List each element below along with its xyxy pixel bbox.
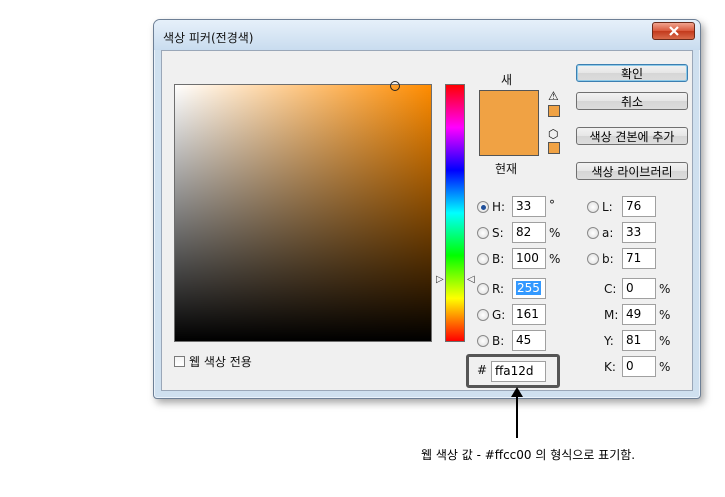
yellow-label: Y: xyxy=(604,334,614,348)
magenta-label: M: xyxy=(604,308,619,322)
checkbox-box[interactable] xyxy=(174,356,185,367)
new-color-label: 새 xyxy=(501,73,513,87)
cyan-unit: % xyxy=(659,282,671,296)
warning-icon[interactable]: ⚠ xyxy=(548,90,559,102)
brightness-unit: % xyxy=(549,252,561,266)
magenta-unit: % xyxy=(659,308,671,322)
hue-input[interactable]: 33 xyxy=(512,196,546,217)
brightness-label: B: xyxy=(492,252,505,266)
close-button[interactable] xyxy=(652,22,695,40)
hue-unit: ° xyxy=(549,198,555,212)
magenta-input[interactable]: 49 xyxy=(622,304,656,325)
red-input[interactable]: 255 xyxy=(512,278,546,299)
blue-label: B: xyxy=(492,334,505,348)
web-safe-swatch[interactable] xyxy=(548,142,560,154)
radio-b-lab[interactable] xyxy=(587,253,599,265)
radio-blue[interactable] xyxy=(477,335,489,347)
saturation-brightness-field[interactable] xyxy=(174,81,432,342)
cube-icon[interactable]: ⬡ xyxy=(548,128,558,140)
current-color-label: 현재 xyxy=(495,162,518,176)
radio-a[interactable] xyxy=(587,227,599,239)
b-lab-label: b: xyxy=(602,252,614,266)
radio-hue[interactable] xyxy=(477,201,489,213)
cancel-button[interactable]: 취소 xyxy=(576,92,688,110)
hue-slider-right-arrow-icon[interactable]: ◁ xyxy=(467,275,475,285)
hex-input[interactable]: ffa12d xyxy=(491,361,546,382)
color-swatch[interactable] xyxy=(479,90,539,156)
web-colors-only-checkbox[interactable]: 웹 색상 전용 xyxy=(174,353,252,370)
color-libraries-button[interactable]: 색상 라이브러리 xyxy=(576,162,688,180)
color-picker-dialog: 색상 피커(전경색) ▷ ◁ 웹 색상 전용 새 현재 ⚠ ⬡ 확인 취소 색상… xyxy=(153,19,701,399)
radio-saturation[interactable] xyxy=(477,227,489,239)
cyan-input[interactable]: 0 xyxy=(622,278,656,299)
blue-input[interactable]: 45 xyxy=(512,330,546,351)
hue-slider-left-arrow-icon[interactable]: ▷ xyxy=(436,275,444,285)
lightness-input[interactable]: 76 xyxy=(622,196,656,217)
brightness-input[interactable]: 100 xyxy=(512,248,546,269)
radio-lightness[interactable] xyxy=(587,201,599,213)
a-input[interactable]: 33 xyxy=(622,222,656,243)
black-unit: % xyxy=(659,360,671,374)
window-title: 색상 피커(전경색) xyxy=(163,31,254,45)
annotation-caption: 웹 색상 값 - #ffcc00 의 형식으로 표기함. xyxy=(421,448,636,462)
a-label: a: xyxy=(602,226,614,240)
hex-highlight-box: # ffa12d xyxy=(466,354,560,388)
red-label: R: xyxy=(492,282,505,296)
radio-brightness[interactable] xyxy=(477,253,489,265)
yellow-input[interactable]: 81 xyxy=(622,330,656,351)
b-lab-input[interactable]: 71 xyxy=(622,248,656,269)
saturation-label: S: xyxy=(492,226,504,240)
gamut-warning-swatch[interactable] xyxy=(548,105,560,117)
pointer-arrow-line xyxy=(516,394,518,438)
dialog-client-area: ▷ ◁ 웹 색상 전용 새 현재 ⚠ ⬡ 확인 취소 색상 견본에 추가 색상 … xyxy=(161,50,693,391)
green-input[interactable]: 161 xyxy=(512,304,546,325)
radio-green[interactable] xyxy=(477,309,489,321)
hue-slider[interactable] xyxy=(445,84,465,342)
hue-label: H: xyxy=(492,200,506,214)
lightness-label: L: xyxy=(602,200,613,214)
yellow-unit: % xyxy=(659,334,671,348)
hex-symbol: # xyxy=(477,363,488,377)
web-colors-only-label: 웹 색상 전용 xyxy=(189,355,252,369)
black-label: K: xyxy=(604,360,616,374)
field-cursor[interactable] xyxy=(390,81,400,91)
saturation-input[interactable]: 82 xyxy=(512,222,546,243)
close-icon xyxy=(668,26,679,36)
saturation-unit: % xyxy=(549,226,561,240)
cyan-label: C: xyxy=(604,282,617,296)
ok-button[interactable]: 확인 xyxy=(576,64,688,82)
radio-red[interactable] xyxy=(477,283,489,295)
red-input-value: 255 xyxy=(516,281,541,295)
black-input[interactable]: 0 xyxy=(622,356,656,377)
title-bar[interactable]: 색상 피커(전경색) xyxy=(154,20,700,50)
green-label: G: xyxy=(492,308,506,322)
add-to-swatches-button[interactable]: 색상 견본에 추가 xyxy=(576,127,688,145)
